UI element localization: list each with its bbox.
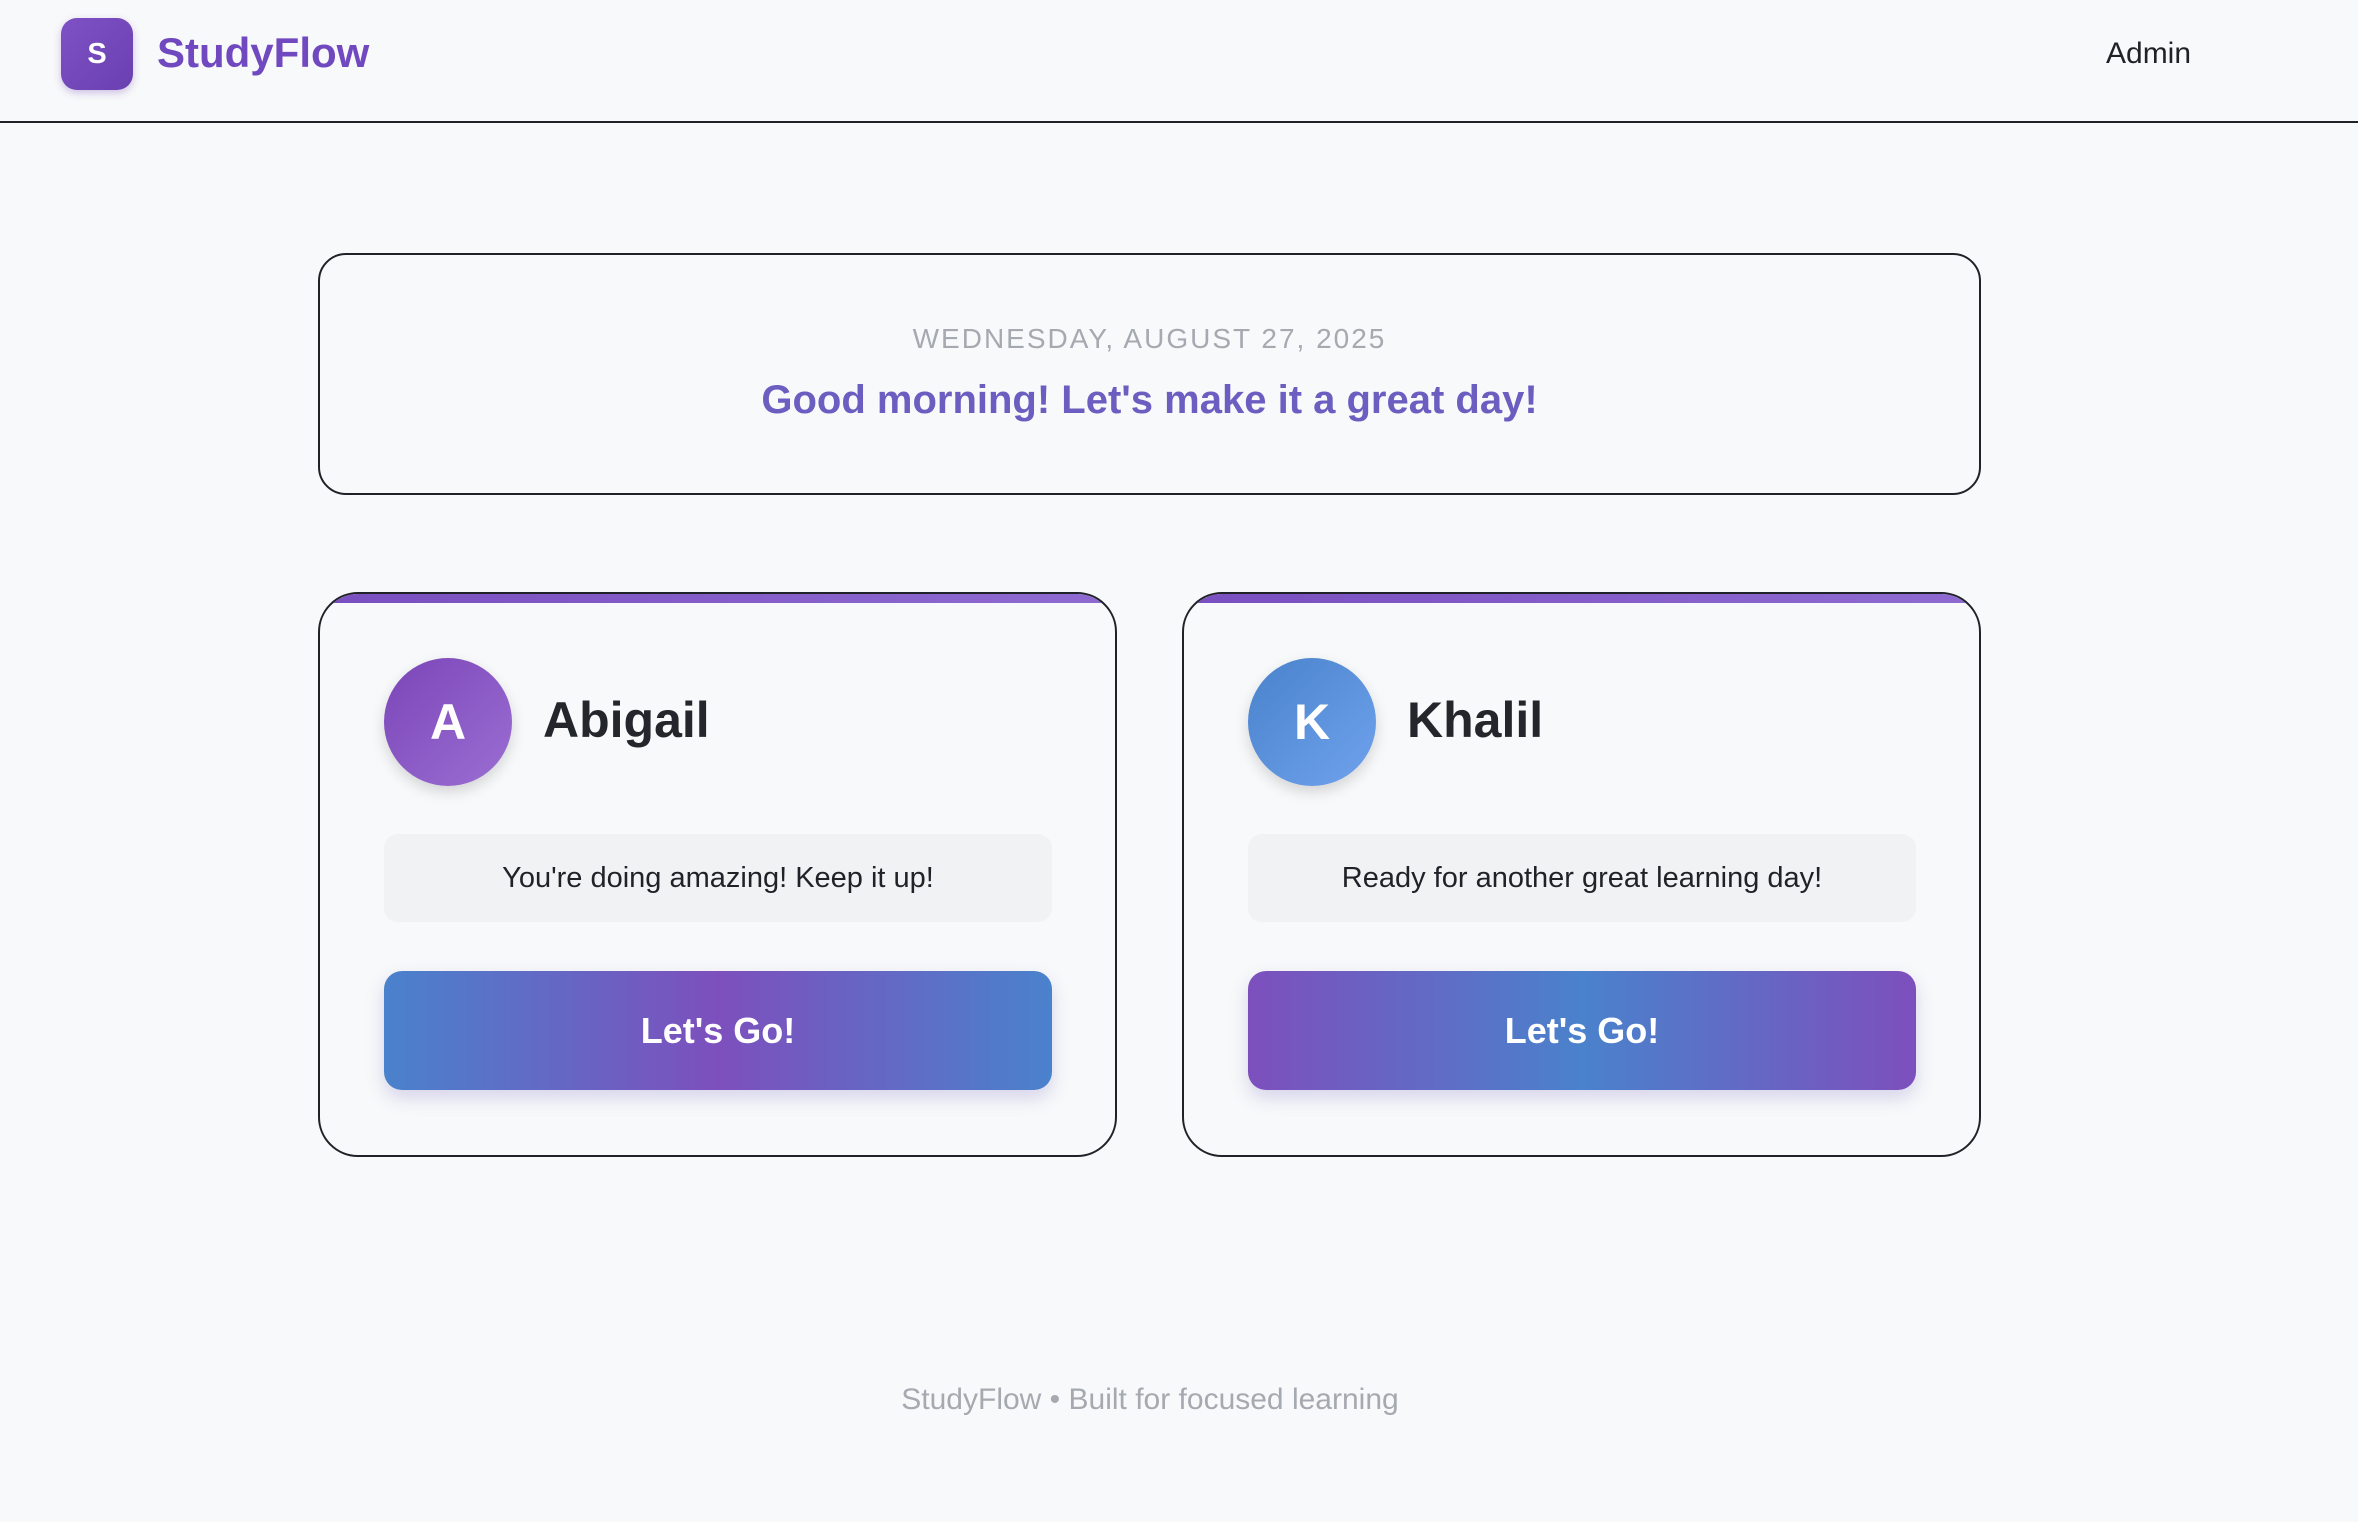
student-card-khalil: K Khalil Ready for another great learnin… (1182, 592, 1981, 1157)
student-name: Khalil (1407, 692, 1544, 748)
encouragement-message: You're doing amazing! Keep it up! (384, 834, 1052, 922)
greeting-card: WEDNESDAY, AUGUST 27, 2025 Good morning!… (318, 253, 1981, 495)
card-accent-bar (320, 594, 1115, 603)
card-accent-bar (1184, 594, 1979, 603)
footer-text: StudyFlow • Built for focused learning (901, 1383, 1399, 1416)
avatar: K (1248, 658, 1376, 786)
student-card-abigail: A Abigail You're doing amazing! Keep it … (318, 592, 1117, 1157)
admin-link[interactable]: Admin (2106, 34, 2191, 74)
current-date: WEDNESDAY, AUGUST 27, 2025 (912, 323, 1387, 354)
avatar: A (384, 658, 512, 786)
lets-go-button[interactable]: Let's Go! (1248, 971, 1916, 1090)
app-header: S StudyFlow Admin (0, 0, 2358, 123)
greeting-message: Good morning! Let's make it a great day! (761, 378, 1538, 422)
student-name: Abigail (543, 692, 710, 748)
brand-name[interactable]: StudyFlow (157, 28, 369, 78)
encouragement-message: Ready for another great learning day! (1248, 834, 1916, 922)
logo-icon[interactable]: S (61, 18, 133, 90)
lets-go-button[interactable]: Let's Go! (384, 971, 1052, 1090)
